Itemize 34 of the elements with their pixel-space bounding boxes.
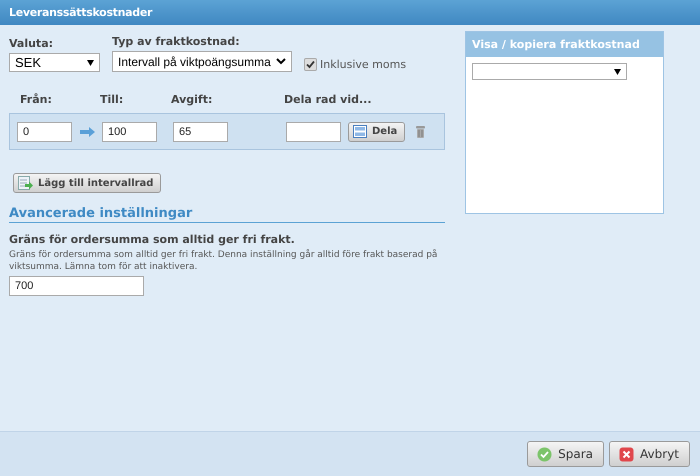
input-field[interactable]: 700: [9, 276, 144, 296]
help-text: Gräns för ordersumma som alltid ger fri frakt. Denna inställning går alltid före frakt baserad på viktsumma. Lämna tom för att inaktivera.: [9, 249, 438, 273]
field-label: Typ av fraktkostnad:: [112, 35, 241, 48]
cost-type-dropdown[interactable]: Intervall på viktpoängsumma: [112, 51, 292, 72]
section-heading: Avancerade inställningar: [9, 206, 445, 223]
split-field[interactable]: [286, 122, 341, 142]
from-field[interactable]: 0: [17, 122, 72, 142]
checkbox[interactable]: [304, 58, 317, 71]
column-header: Avgift:: [171, 93, 214, 108]
chevron-icon: [276, 58, 286, 65]
check-icon: [537, 446, 552, 462]
to-field[interactable]: 100: [102, 122, 157, 142]
currency-dropdown[interactable]: SEK: [9, 53, 100, 72]
column-header: Till:: [100, 93, 124, 108]
fee-field[interactable]: 65: [173, 122, 228, 142]
column-header: Dela rad vid...: [284, 93, 372, 108]
trash-icon[interactable]: [416, 126, 426, 138]
save-button[interactable]: Spara: [527, 441, 604, 467]
checkbox-label: Inklusive moms: [320, 58, 406, 71]
field-label: Gräns för ordersumma som alltid ger fri frakt.: [9, 233, 296, 246]
caret-icon: [87, 60, 94, 66]
add-row-button[interactable]: Lägg till intervallrad: [13, 173, 162, 193]
add-row-icon: [18, 176, 33, 190]
caret-icon: [614, 68, 621, 74]
split-icon: [353, 125, 367, 138]
window-title: Leveranssättskostnader: [0, 0, 700, 25]
arrow-icon: [79, 126, 95, 136]
panel-title: Visa / kopiera fraktkostnad: [466, 32, 663, 57]
field-label: Valuta:: [9, 37, 54, 50]
cancel-button[interactable]: Avbryt: [609, 441, 690, 467]
split-button[interactable]: Dela: [348, 122, 406, 142]
close-icon: [619, 446, 634, 462]
column-header: Från:: [20, 93, 53, 108]
copy-dropdown[interactable]: [472, 63, 627, 80]
